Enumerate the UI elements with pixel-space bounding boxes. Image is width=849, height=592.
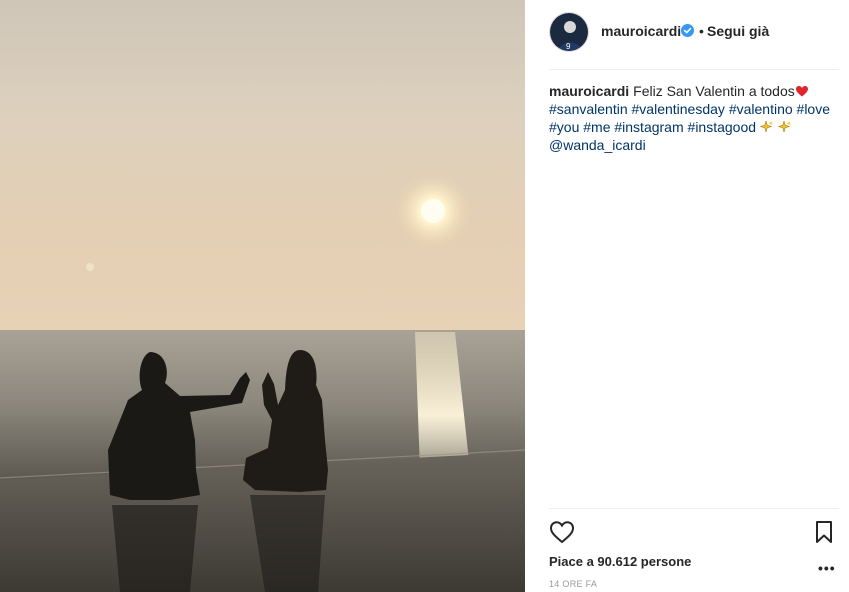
header-divider (549, 69, 839, 70)
verified-badge-icon (681, 24, 694, 37)
mention-link[interactable]: @wanda_icardi (549, 137, 646, 153)
post-side-panel: 9 mauroicardi • Segui già mauroicardi Fel… (525, 0, 849, 592)
actions-divider (549, 508, 839, 509)
caption-text: Feliz San Valentin a todos (633, 83, 795, 99)
red-heart-emoji-icon (795, 86, 808, 97)
sparkles-emoji-icon (759, 120, 774, 133)
follow-status-button[interactable]: Segui già (707, 23, 769, 39)
avatar-image: 9 (550, 13, 588, 51)
post-timestamp[interactable]: 14 ORE FA (549, 579, 597, 589)
sparkles-emoji-icon (777, 120, 792, 133)
post-caption: mauroicardi Feliz San Valentin a todos #s… (549, 82, 831, 154)
sunset-couple-image (0, 0, 525, 592)
hashtag-link[interactable]: #me (583, 119, 610, 135)
hashtag-link[interactable]: #instagood (688, 119, 757, 135)
svg-text:9: 9 (566, 42, 571, 51)
bookmark-outline-icon[interactable] (814, 520, 834, 544)
hashtag-link[interactable]: #instagram (614, 119, 683, 135)
caption-username[interactable]: mauroicardi (549, 83, 629, 99)
post-photo (0, 0, 525, 592)
post-header: 9 mauroicardi • Segui già (525, 0, 849, 69)
post-username[interactable]: mauroicardi (601, 23, 681, 39)
heart-outline-icon[interactable] (549, 520, 575, 544)
hashtag-link[interactable]: #valentinesday (632, 101, 725, 117)
hashtag-link[interactable]: #you (549, 119, 579, 135)
likes-count[interactable]: Piace a 90.612 persone (549, 554, 691, 569)
hashtag-link[interactable]: #valentino (729, 101, 793, 117)
more-options-button[interactable]: ••• (818, 560, 836, 576)
header-separator: • (699, 23, 704, 39)
hashtag-link[interactable]: #sanvalentin (549, 101, 628, 117)
hashtag-link[interactable]: #love (797, 101, 830, 117)
avatar[interactable]: 9 (549, 12, 589, 52)
